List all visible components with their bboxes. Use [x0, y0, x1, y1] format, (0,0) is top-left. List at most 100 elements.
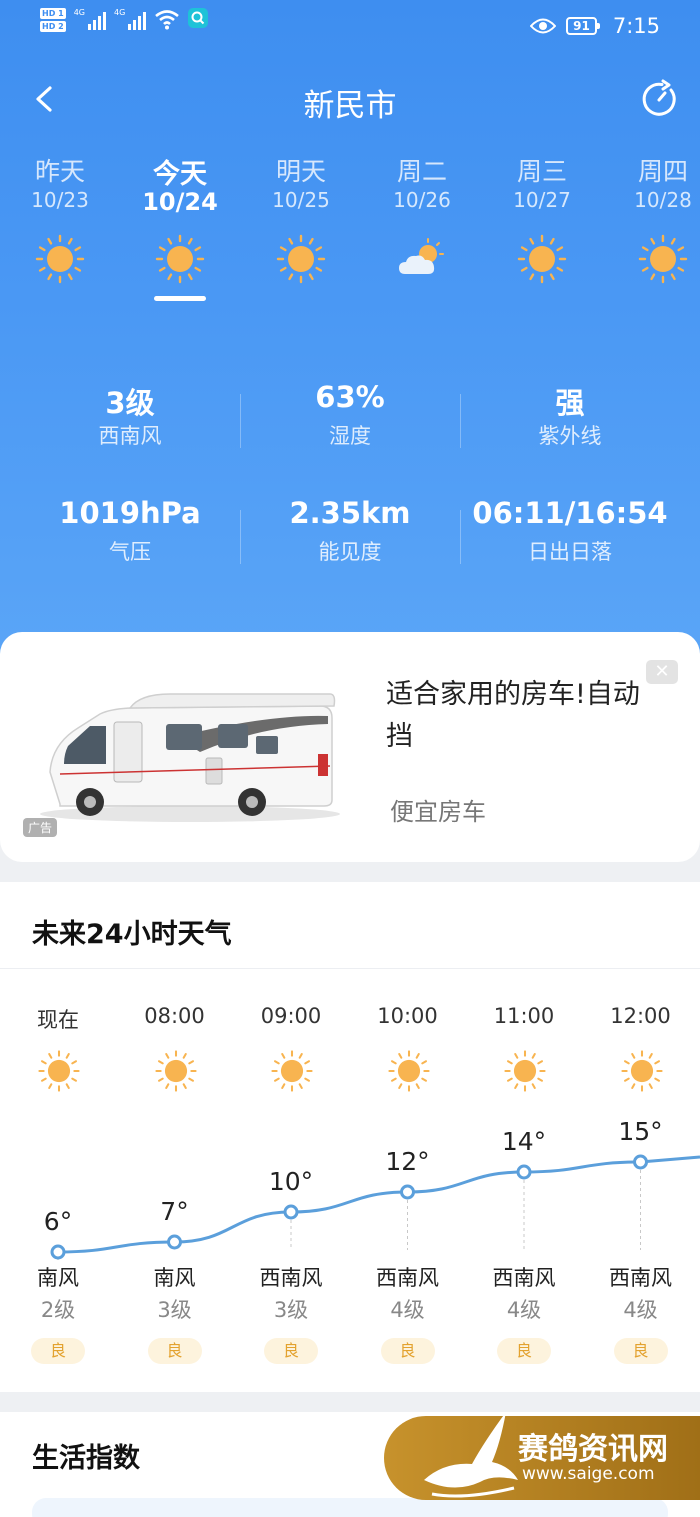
day-tab-tuesday[interactable]: 周二 10/26 — [362, 152, 482, 286]
status-bar: HD 1 HD 2 4G 4G 91 7:15 — [0, 0, 700, 56]
hour-air-quality-badge: 良 — [613, 1338, 668, 1364]
temperature-point — [283, 1204, 299, 1220]
rv-ad-image — [40, 693, 340, 822]
details-row: 1019hPa 气压 2.35km 能见度 06:11/16:54 日出日落 — [0, 496, 700, 612]
hour-time: 09:00 — [260, 1004, 322, 1028]
day-date: 10/25 — [272, 188, 330, 212]
hour-wind-level: 4级 — [390, 1298, 425, 1322]
hd-badges: HD 1 HD 2 — [40, 8, 66, 32]
day-tab-wednesday[interactable]: 周三 10/27 — [482, 152, 602, 286]
sun-icon — [38, 1050, 80, 1092]
network-type-label: 4G — [73, 8, 85, 17]
stat-value: 63% — [315, 380, 385, 414]
hour-wind-direction: 西南风 — [259, 1266, 323, 1290]
day-tab-tomorrow[interactable]: 明天 10/25 — [241, 152, 361, 286]
hour-wind-level: 4级 — [623, 1298, 658, 1322]
day-name: 周四 — [637, 157, 688, 186]
stat-value: 06:11/16:54 — [472, 496, 668, 530]
sun-icon — [638, 234, 688, 284]
hour-wind-direction: 西南风 — [492, 1266, 556, 1290]
day-date: 10/28 — [634, 188, 692, 212]
sun-icon — [504, 1050, 546, 1092]
ad-close-button[interactable]: ✕ — [646, 660, 678, 684]
hour-air-quality-badge: 良 — [147, 1338, 202, 1364]
hour-wind-direction: 南风 — [37, 1266, 79, 1290]
hour-wind-level: 3级 — [273, 1298, 309, 1322]
day-date: 10/27 — [513, 188, 571, 212]
stat-label: 能见度 — [318, 540, 382, 564]
temperature-point — [167, 1234, 182, 1250]
temperature-point — [516, 1164, 532, 1180]
day-tab-thursday[interactable]: 周四 10/28 — [603, 152, 700, 286]
hour-time: 现在 — [37, 1008, 79, 1032]
sunrise-sunset-stat: 06:11/16:54 日出日落 — [460, 496, 680, 566]
day-name: 昨天 — [34, 157, 85, 186]
stat-label: 紫外线 — [538, 424, 602, 448]
status-left: HD 1 HD 2 4G 4G — [40, 8, 209, 32]
day-name: 周三 — [516, 157, 567, 186]
hour-wind-level: 2级 — [40, 1298, 76, 1322]
temperature-label: 12° — [385, 1147, 429, 1176]
ad-title[interactable]: 适合家用的房车!自动挡 — [386, 674, 666, 758]
temperature-point — [400, 1184, 415, 1200]
watermark-name: 赛鸽资讯网 — [518, 1432, 668, 1467]
hourly-forecast-list[interactable]: 6° 7° 10° 12° 14° 15° 现在 南风 2级良 08:00 南风 3级良 09:00 西… — [0, 968, 700, 1392]
wifi-icon — [155, 10, 180, 30]
ad-source: 便宜房车 — [390, 798, 486, 826]
temperature-line — [57, 1155, 700, 1254]
stat-value: 1019hPa — [59, 496, 201, 530]
temperature-label: 10° — [269, 1167, 313, 1196]
sun-icon — [155, 234, 205, 284]
hour-wind-direction: 南风 — [153, 1266, 196, 1290]
refresh-button[interactable] — [636, 76, 682, 122]
pigeon-logo-icon — [424, 1412, 518, 1498]
city-title: 新民市 — [303, 88, 397, 124]
clock: 7:15 — [612, 14, 660, 38]
day-date: 10/24 — [142, 188, 218, 216]
sun-icon — [620, 1050, 663, 1092]
stat-label: 日出日落 — [528, 540, 612, 564]
life-index-title: 生活指数 — [32, 1443, 140, 1474]
day-tab-today[interactable]: 今天 10/24 — [120, 152, 240, 301]
refresh-icon — [642, 79, 676, 116]
day-tab-yesterday[interactable]: 昨天 10/23 — [0, 152, 120, 286]
sun-icon — [276, 234, 326, 284]
weather-hero: HD 1 HD 2 4G 4G 91 7:15 新民市 昨天 10/23 今天 … — [0, 0, 700, 660]
stat-label: 气压 — [109, 540, 151, 564]
signal-icon: 4G — [74, 8, 106, 30]
sun-icon — [387, 1050, 430, 1092]
hour-wind-direction: 西南风 — [609, 1266, 672, 1290]
hourly-forecast-card: 未来24小时天气 6° 7° 10° 12° 14° 15° 现在 南风 2级良 08:00 南风… — [0, 882, 700, 1392]
daily-forecast-tabs: 昨天 10/23 今天 10/24 明天 10/25 周二 10/26 周三 1… — [0, 152, 700, 302]
stat-value: 3级 — [105, 386, 155, 420]
hour-time: 08:00 — [144, 1004, 205, 1028]
visibility-stat: 2.35km 能见度 — [240, 496, 460, 566]
weather-details: 3级 西南风 63% 湿度 强 紫外线 1019hPa 气压 2.35km 能见… — [0, 380, 700, 612]
hour-air-quality-badge: 良 — [497, 1338, 551, 1364]
hour-time: 12:00 — [610, 1004, 671, 1028]
signal-icon: 4G — [114, 8, 147, 30]
temperature-label: 14° — [502, 1127, 546, 1156]
hour-time: 10:00 — [377, 1004, 438, 1028]
stat-label: 湿度 — [329, 424, 371, 448]
pressure-stat: 1019hPa 气压 — [20, 496, 240, 566]
day-name: 周二 — [396, 157, 447, 186]
partly-cloudy-icon — [399, 238, 444, 274]
humidity-stat: 63% 湿度 — [240, 380, 460, 450]
day-name: 今天 — [153, 159, 207, 190]
hourly-title: 未来24小时天气 — [32, 919, 232, 950]
day-date: 10/26 — [393, 188, 451, 212]
hour-time: 11:00 — [493, 1004, 555, 1028]
day-date: 10/23 — [31, 188, 89, 212]
hd1-badge: HD 1 — [40, 8, 66, 19]
status-right: 91 7:15 — [530, 14, 660, 38]
sun-icon — [271, 1050, 313, 1092]
sun-icon — [35, 234, 85, 284]
title-bar: 新民市 — [0, 68, 700, 130]
ad-card[interactable]: 广告 适合家用的房车!自动挡 便宜房车 ✕ — [0, 632, 700, 862]
battery-icon: 91 — [566, 17, 600, 35]
eye-icon — [530, 18, 557, 34]
hour-air-quality-badge: 良 — [264, 1338, 318, 1364]
uv-stat: 强 紫外线 — [460, 380, 680, 450]
hour-wind-direction: 西南风 — [376, 1266, 439, 1290]
